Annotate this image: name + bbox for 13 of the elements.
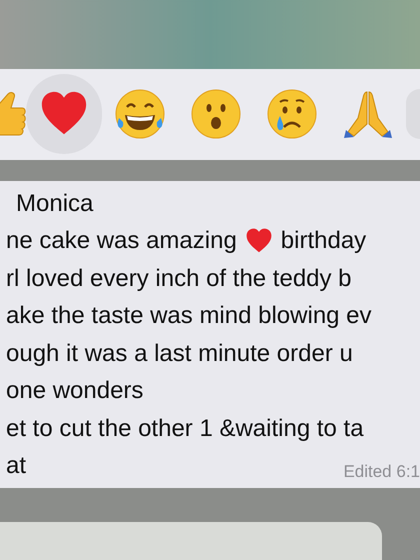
sender-name: Monica [15, 188, 94, 219]
surprised-face-icon [190, 88, 242, 140]
message-text: one wonders [6, 376, 144, 406]
message-text: ough it was a last minute order u [6, 338, 353, 369]
message-text: et to cut the other 1 &waiting to ta [6, 414, 364, 444]
edited-time: Edited 6:1 [343, 460, 420, 483]
message-text: at [6, 451, 26, 482]
message-text: rl loved every inch of the teddy b [6, 264, 352, 294]
crying-face-icon [266, 88, 318, 140]
message-text: ake the taste was mind blowing ev [6, 301, 372, 332]
laughing-face-icon [114, 88, 166, 140]
message-text: birthday [280, 226, 366, 256]
message-text: ne cake was amazing [6, 226, 237, 256]
